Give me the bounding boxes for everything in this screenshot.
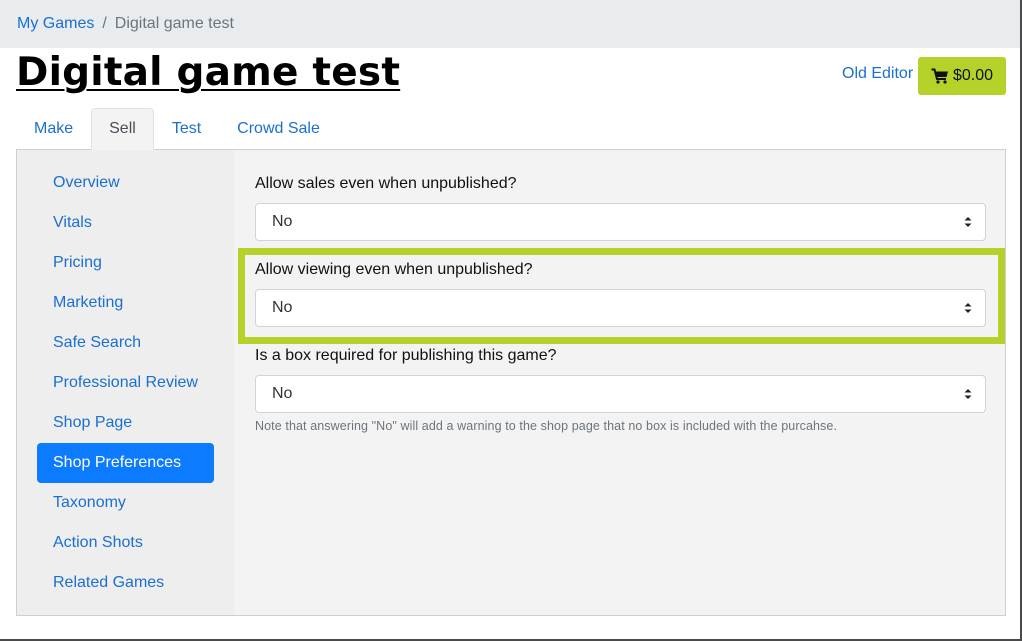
sidebar-item-shop-preferences[interactable]: Shop Preferences	[37, 443, 214, 483]
allow-sales-label: Allow sales even when unpublished?	[255, 175, 517, 192]
breadcrumb: My Games / Digital game test	[0, 0, 1020, 48]
select-caret-icon	[964, 217, 972, 227]
tab-sell[interactable]: Sell	[91, 108, 154, 150]
sell-panel: Overview Vitals Pricing Marketing Safe S…	[16, 149, 1006, 616]
sidebar-item-overview[interactable]: Overview	[37, 163, 214, 203]
select-caret-icon	[964, 389, 972, 399]
select-caret-icon	[964, 303, 972, 313]
cart-total: $0.00	[952, 67, 994, 84]
box-required-select[interactable]: No	[255, 375, 986, 413]
sidebar-item-vitals[interactable]: Vitals	[37, 203, 214, 243]
page-title: Digital game test	[16, 50, 401, 95]
breadcrumb-current: Digital game test	[114, 15, 234, 32]
tab-test[interactable]: Test	[154, 108, 219, 150]
sidebar-item-safe-search[interactable]: Safe Search	[37, 323, 214, 363]
allow-viewing-select[interactable]: No	[255, 289, 986, 327]
preferences-form: Allow sales even when unpublished? No Al…	[234, 150, 1005, 615]
sidebar-item-professional-review[interactable]: Professional Review	[37, 363, 214, 403]
cart-button[interactable]: $0.00	[918, 57, 1006, 95]
breadcrumb-my-games-link[interactable]: My Games	[17, 15, 94, 33]
tab-make[interactable]: Make	[16, 108, 91, 150]
old-editor-link[interactable]: Old Editor	[842, 65, 913, 83]
allow-sales-select[interactable]: No	[255, 203, 986, 241]
sidebar-item-related-games[interactable]: Related Games	[37, 563, 214, 603]
shopping-cart-icon	[931, 68, 949, 84]
allow-viewing-label: Allow viewing even when unpublished?	[255, 261, 533, 278]
breadcrumb-separator: /	[102, 15, 107, 32]
allow-viewing-value: No	[272, 299, 293, 316]
allow-sales-value: No	[272, 213, 293, 230]
sidebar-item-pricing[interactable]: Pricing	[37, 243, 214, 283]
box-required-label: Is a box required for publishing this ga…	[255, 347, 557, 364]
tab-bar: Make Sell Test Crowd Sale	[16, 108, 338, 150]
sidebar-item-shop-page[interactable]: Shop Page	[37, 403, 214, 443]
sidebar-item-action-shots[interactable]: Action Shots	[37, 523, 214, 563]
sidebar-nav: Overview Vitals Pricing Marketing Safe S…	[17, 150, 234, 615]
tab-crowd-sale[interactable]: Crowd Sale	[219, 108, 338, 150]
box-required-help-text: Note that answering "No" will add a warn…	[255, 419, 838, 433]
sidebar-item-marketing[interactable]: Marketing	[37, 283, 214, 323]
box-required-value: No	[272, 385, 293, 402]
sidebar-item-taxonomy[interactable]: Taxonomy	[37, 483, 214, 523]
